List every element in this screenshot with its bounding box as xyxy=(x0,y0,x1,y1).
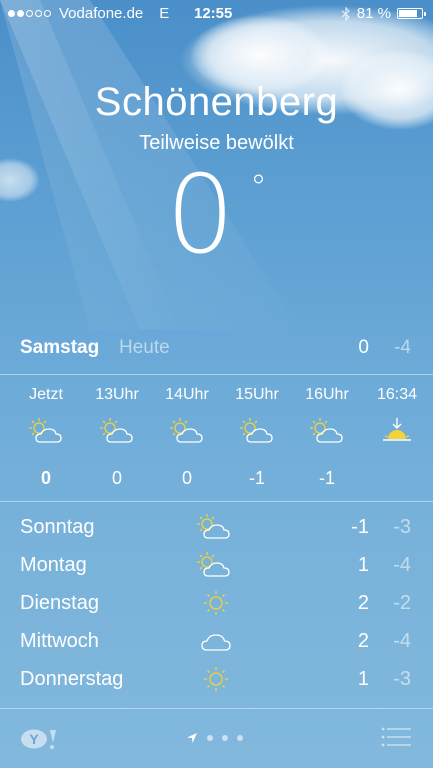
forecast-high: 1 xyxy=(357,554,369,576)
forecast-day: Dienstag xyxy=(20,592,99,614)
forecast-row: Sonntag -1 -3 xyxy=(0,513,433,544)
hour-temperature: -1 xyxy=(248,468,265,488)
carrier-label: Vodafone.de xyxy=(59,5,144,22)
hour-label: 14Uhr xyxy=(165,386,209,403)
battery-icon xyxy=(397,8,426,19)
weather-condition: Teilweise bewölkt xyxy=(139,132,294,154)
forecast-row: Montag 1 -4 xyxy=(0,551,433,582)
forecast-day: Donnerstag xyxy=(20,668,124,690)
hour-label: 16Uhr xyxy=(305,386,349,403)
forecast-high: -1 xyxy=(351,516,369,538)
forecast-low: -2 xyxy=(393,592,411,614)
hour-item: Jetzt 0 xyxy=(11,386,81,489)
hour-temperature: 0 xyxy=(181,468,192,488)
divider xyxy=(0,374,433,375)
today-day: Samstag xyxy=(20,337,100,358)
hourly-forecast[interactable]: Jetzt 0 13Uhr 0 14Uhr 0 15Uhr -1 16Uhr -… xyxy=(0,386,433,494)
forecast-high: 2 xyxy=(357,592,369,614)
svg-text:Y: Y xyxy=(29,731,39,747)
divider xyxy=(0,708,433,709)
forecast-high: 2 xyxy=(357,630,369,652)
forecast-day: Montag xyxy=(20,554,87,576)
forecast-low: -4 xyxy=(393,630,411,652)
hour-item: 16Uhr -1 xyxy=(292,386,362,489)
bluetooth-icon xyxy=(341,6,350,21)
forecast-row: Dienstag 2 -2 xyxy=(0,590,433,620)
forecast-day: Mittwoch xyxy=(20,630,99,652)
page-dot xyxy=(237,735,243,741)
partly-sunny-icon xyxy=(99,417,133,443)
status-time: 12:55 xyxy=(194,5,233,22)
hour-temperature: 0 xyxy=(40,468,51,488)
hour-label: 15Uhr xyxy=(235,386,279,403)
hour-item: 16:34 xyxy=(362,386,432,468)
partly-sunny-icon xyxy=(196,513,230,539)
sun-icon xyxy=(203,666,229,692)
page-dot xyxy=(207,735,213,741)
forecast-day: Sonntag xyxy=(20,516,95,538)
hour-label: 13Uhr xyxy=(95,386,139,403)
partly-sunny-icon xyxy=(169,417,203,443)
forecast-row: Mittwoch 2 -4 xyxy=(0,628,433,658)
network-type: E xyxy=(159,5,170,22)
today-relative: Heute xyxy=(119,337,170,358)
city-name: Schönenberg xyxy=(94,80,339,124)
today-high: 0 xyxy=(358,337,369,358)
cloud-icon xyxy=(201,634,231,651)
page-indicator[interactable] xyxy=(186,732,243,744)
degree-symbol: ° xyxy=(250,168,267,208)
today-row: Samstag Heute 0 -4 xyxy=(20,337,411,363)
partly-sunny-icon xyxy=(28,417,62,443)
page-dot xyxy=(222,735,228,741)
hour-item: 13Uhr 0 xyxy=(82,386,152,489)
current-temperature: 0 xyxy=(166,153,235,278)
hour-label: 16:34 xyxy=(376,386,418,403)
partly-sunny-icon xyxy=(196,551,230,577)
location-arrow-icon xyxy=(187,733,197,743)
today-low: -4 xyxy=(394,337,411,358)
list-icon[interactable] xyxy=(381,726,411,748)
forecast-low: -3 xyxy=(393,668,411,690)
status-bar: Vodafone.de E 12:55 81 % xyxy=(0,0,433,28)
forecast-low: -3 xyxy=(393,516,411,538)
hour-item: 15Uhr -1 xyxy=(222,386,292,489)
forecast-low: -4 xyxy=(393,554,411,576)
hour-label: Jetzt xyxy=(29,386,63,403)
signal-strength-icon xyxy=(8,10,51,17)
divider xyxy=(0,501,433,502)
sun-icon xyxy=(203,590,229,616)
yahoo-logo[interactable]: Y xyxy=(20,728,58,750)
forecast-row: Donnerstag 1 -3 xyxy=(0,666,433,696)
partly-sunny-icon xyxy=(309,417,343,443)
bottom-toolbar: Y xyxy=(0,710,433,768)
hour-temperature: -1 xyxy=(318,468,335,488)
partly-sunny-icon xyxy=(239,417,273,443)
sunset-icon xyxy=(383,418,411,441)
hour-temperature: 0 xyxy=(111,468,122,488)
battery-percent: 81 % xyxy=(356,5,391,22)
hour-item: 14Uhr 0 xyxy=(152,386,222,489)
forecast-high: 1 xyxy=(357,668,369,690)
